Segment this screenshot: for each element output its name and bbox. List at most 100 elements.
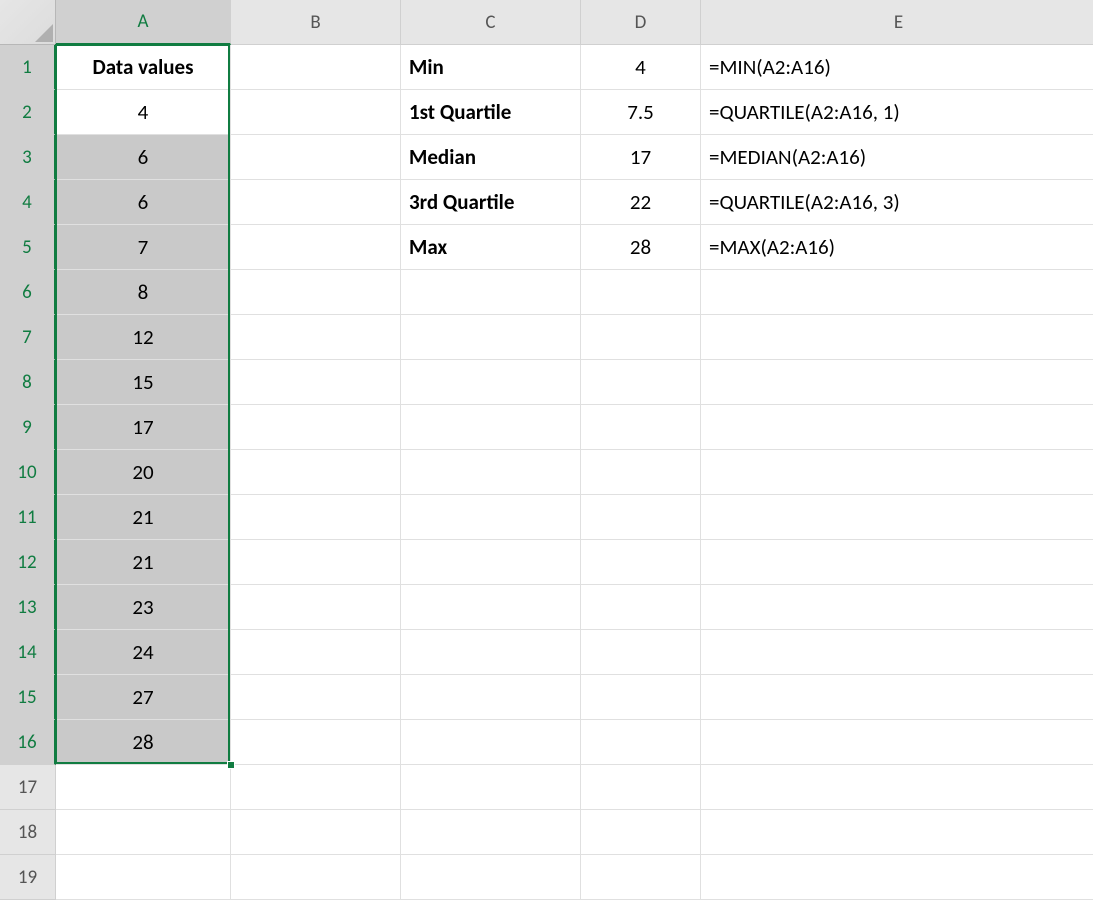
cell-data-value[interactable]: 8: [56, 270, 231, 315]
cell-stat-label[interactable]: Median: [401, 135, 581, 180]
row-header-15[interactable]: 15: [0, 675, 56, 720]
cell-A17[interactable]: [56, 765, 231, 810]
cell-C13[interactable]: [401, 585, 581, 630]
cell-B5[interactable]: [231, 225, 401, 270]
cell-D8[interactable]: [581, 360, 701, 405]
cell-C14[interactable]: [401, 630, 581, 675]
cell-data-value[interactable]: 6: [56, 180, 231, 225]
row-header-19[interactable]: 19: [0, 855, 56, 900]
cell-B2[interactable]: [231, 90, 401, 135]
cell-A19[interactable]: [56, 855, 231, 900]
cell-data-value[interactable]: 20: [56, 450, 231, 495]
cell-C8[interactable]: [401, 360, 581, 405]
row-header-6[interactable]: 6: [0, 270, 56, 315]
column-header-D[interactable]: D: [581, 0, 701, 45]
cell-E18[interactable]: [701, 810, 1093, 855]
row-header-13[interactable]: 13: [0, 585, 56, 630]
cell-E19[interactable]: [701, 855, 1093, 900]
cell-B6[interactable]: [231, 270, 401, 315]
cell-D17[interactable]: [581, 765, 701, 810]
cell-D12[interactable]: [581, 540, 701, 585]
cell-data-value[interactable]: 27: [56, 675, 231, 720]
spreadsheet-grid[interactable]: ABCDE1Data valuesMin4=MIN(A2:A16)241st Q…: [0, 0, 1093, 900]
cell-stat-formula[interactable]: =MIN(A2:A16): [701, 45, 1093, 90]
cell-stat-formula[interactable]: =QUARTILE(A2:A16, 1): [701, 90, 1093, 135]
cell-data-value[interactable]: 6: [56, 135, 231, 180]
cell-B9[interactable]: [231, 405, 401, 450]
cell-data-value[interactable]: 23: [56, 585, 231, 630]
cell-D9[interactable]: [581, 405, 701, 450]
cell-B13[interactable]: [231, 585, 401, 630]
cell-stat-formula[interactable]: =MAX(A2:A16): [701, 225, 1093, 270]
cell-C16[interactable]: [401, 720, 581, 765]
cell-D19[interactable]: [581, 855, 701, 900]
row-header-16[interactable]: 16: [0, 720, 56, 765]
cell-stat-formula[interactable]: =QUARTILE(A2:A16, 3): [701, 180, 1093, 225]
row-header-17[interactable]: 17: [0, 765, 56, 810]
cell-B12[interactable]: [231, 540, 401, 585]
row-header-14[interactable]: 14: [0, 630, 56, 675]
cell-D10[interactable]: [581, 450, 701, 495]
cell-B4[interactable]: [231, 180, 401, 225]
cell-C15[interactable]: [401, 675, 581, 720]
cell-B19[interactable]: [231, 855, 401, 900]
cell-E6[interactable]: [701, 270, 1093, 315]
cell-stat-value[interactable]: 4: [581, 45, 701, 90]
cell-stat-label[interactable]: 1st Quartile: [401, 90, 581, 135]
cell-stat-value[interactable]: 28: [581, 225, 701, 270]
cell-B7[interactable]: [231, 315, 401, 360]
row-header-1[interactable]: 1: [0, 45, 56, 90]
cell-data-value[interactable]: 28: [56, 720, 231, 765]
cell-C10[interactable]: [401, 450, 581, 495]
cell-B3[interactable]: [231, 135, 401, 180]
cell-C12[interactable]: [401, 540, 581, 585]
column-header-B[interactable]: B: [231, 0, 401, 45]
cell-A18[interactable]: [56, 810, 231, 855]
cell-B8[interactable]: [231, 360, 401, 405]
cell-header-label[interactable]: Data values: [56, 45, 231, 90]
cell-E7[interactable]: [701, 315, 1093, 360]
cell-B17[interactable]: [231, 765, 401, 810]
cell-data-value[interactable]: 21: [56, 495, 231, 540]
cell-E14[interactable]: [701, 630, 1093, 675]
cell-B18[interactable]: [231, 810, 401, 855]
row-header-18[interactable]: 18: [0, 810, 56, 855]
cell-D6[interactable]: [581, 270, 701, 315]
cell-C19[interactable]: [401, 855, 581, 900]
select-all-corner[interactable]: [0, 0, 56, 45]
row-header-7[interactable]: 7: [0, 315, 56, 360]
cell-stat-label[interactable]: 3rd Quartile: [401, 180, 581, 225]
row-header-11[interactable]: 11: [0, 495, 56, 540]
cell-B11[interactable]: [231, 495, 401, 540]
column-header-E[interactable]: E: [701, 0, 1093, 45]
cell-D18[interactable]: [581, 810, 701, 855]
cell-data-value[interactable]: 15: [56, 360, 231, 405]
cell-B15[interactable]: [231, 675, 401, 720]
cell-E8[interactable]: [701, 360, 1093, 405]
cell-E9[interactable]: [701, 405, 1093, 450]
cell-D13[interactable]: [581, 585, 701, 630]
row-header-2[interactable]: 2: [0, 90, 56, 135]
cell-C17[interactable]: [401, 765, 581, 810]
cell-C9[interactable]: [401, 405, 581, 450]
row-header-5[interactable]: 5: [0, 225, 56, 270]
row-header-4[interactable]: 4: [0, 180, 56, 225]
cell-C6[interactable]: [401, 270, 581, 315]
cell-stat-formula[interactable]: =MEDIAN(A2:A16): [701, 135, 1093, 180]
column-header-A[interactable]: A: [56, 0, 231, 45]
row-header-9[interactable]: 9: [0, 405, 56, 450]
cell-B14[interactable]: [231, 630, 401, 675]
row-header-3[interactable]: 3: [0, 135, 56, 180]
cell-stat-label[interactable]: Max: [401, 225, 581, 270]
row-header-8[interactable]: 8: [0, 360, 56, 405]
cell-E11[interactable]: [701, 495, 1093, 540]
cell-data-value[interactable]: 7: [56, 225, 231, 270]
cell-C18[interactable]: [401, 810, 581, 855]
cell-data-value[interactable]: 4: [56, 90, 231, 135]
cell-E17[interactable]: [701, 765, 1093, 810]
row-header-10[interactable]: 10: [0, 450, 56, 495]
cell-C11[interactable]: [401, 495, 581, 540]
cell-E10[interactable]: [701, 450, 1093, 495]
row-header-12[interactable]: 12: [0, 540, 56, 585]
cell-stat-value[interactable]: 22: [581, 180, 701, 225]
